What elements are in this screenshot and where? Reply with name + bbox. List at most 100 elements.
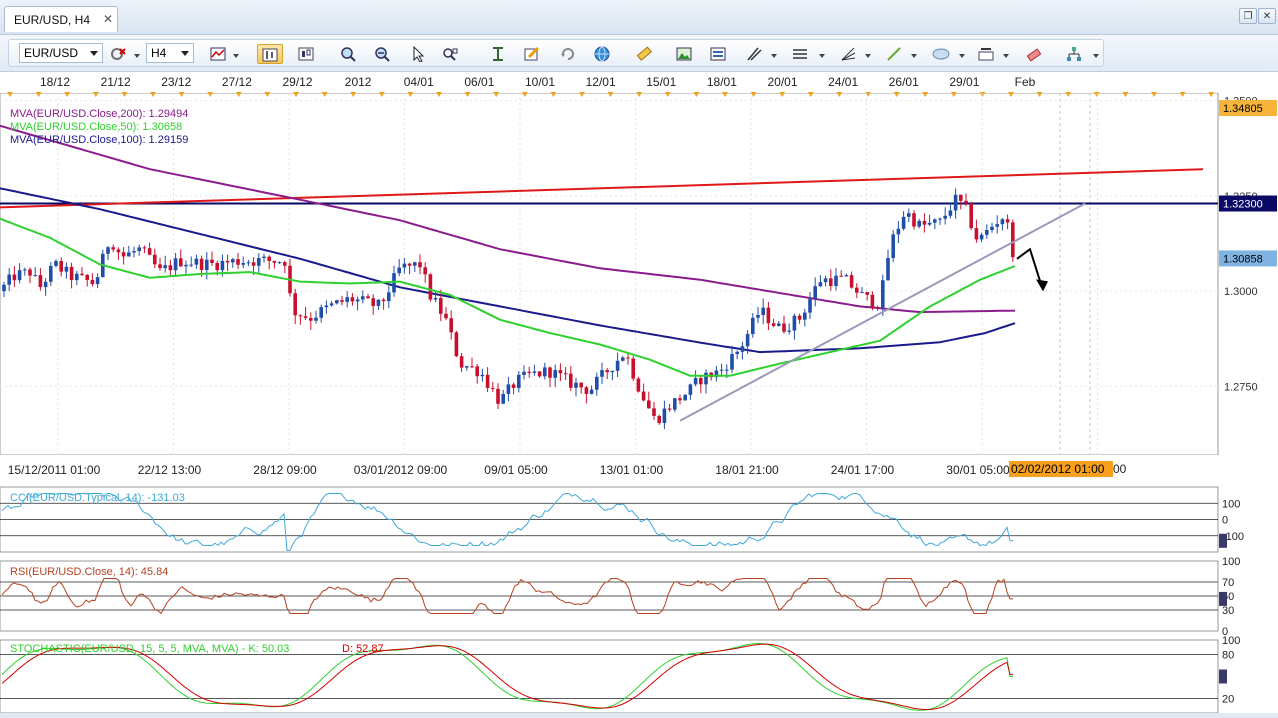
candle-body xyxy=(855,287,859,293)
eraser-icon[interactable] xyxy=(1023,44,1045,64)
candle-body xyxy=(990,226,994,231)
candle-body xyxy=(251,262,256,266)
candle-body xyxy=(600,370,604,377)
zoom-in-icon[interactable] xyxy=(337,44,359,64)
top-date-label: 29/01 xyxy=(949,75,979,89)
top-date-label: 24/01 xyxy=(828,75,858,89)
close-icon[interactable]: ✕ xyxy=(103,12,113,26)
candle-body xyxy=(163,265,167,269)
fan-icon[interactable] xyxy=(837,44,859,64)
chevron-down-icon[interactable] xyxy=(819,54,825,58)
top-date-label: 26/01 xyxy=(889,75,919,89)
symbol-select[interactable]: EUR/USD xyxy=(19,43,103,63)
globe-icon[interactable] xyxy=(591,44,613,64)
candle-body xyxy=(626,357,630,359)
candle-body xyxy=(90,279,95,285)
candle-body xyxy=(397,267,401,274)
line-tools-icon[interactable] xyxy=(743,44,765,64)
cursor-icon[interactable] xyxy=(407,44,429,64)
text-icon[interactable] xyxy=(975,44,997,64)
candle-body xyxy=(340,300,344,302)
candle-body xyxy=(969,203,973,229)
chevron-down-icon[interactable] xyxy=(233,54,239,58)
chevron-down-icon[interactable] xyxy=(1003,54,1009,58)
bottom-date-label: 03/01/2012 09:00 xyxy=(354,463,448,477)
candle-body xyxy=(740,346,745,352)
candle-body xyxy=(631,358,635,379)
ruler-icon[interactable] xyxy=(633,44,655,64)
picture-icon[interactable] xyxy=(673,44,695,64)
candle-body xyxy=(979,234,984,240)
candle-body xyxy=(974,228,979,240)
candle-body xyxy=(584,387,589,394)
top-date-label: 18/12 xyxy=(40,75,70,89)
bottom-date-label: 15/12/2011 01:00 xyxy=(8,463,101,477)
candle-body xyxy=(480,374,485,377)
candle-body xyxy=(80,273,84,275)
zoom-area-icon[interactable] xyxy=(439,44,461,64)
candle-body xyxy=(277,262,282,264)
candle-body xyxy=(267,256,271,261)
chevron-down-icon[interactable] xyxy=(959,54,965,58)
layout-icon[interactable] xyxy=(1063,44,1085,64)
candle-body xyxy=(116,249,121,253)
timeframe-select[interactable]: H4 xyxy=(146,43,194,63)
bottom-date-label: 24/01 17:00 xyxy=(831,463,895,477)
candle-body xyxy=(615,360,620,371)
candle-body xyxy=(33,275,37,277)
candle-body xyxy=(470,366,474,368)
remove-crosshair-icon[interactable] xyxy=(107,44,129,64)
candle-body xyxy=(236,259,240,265)
candle-body xyxy=(283,262,287,266)
restore-window-button[interactable]: ❐ xyxy=(1239,8,1257,24)
candle-body xyxy=(756,314,760,318)
chevron-down-icon[interactable] xyxy=(865,54,871,58)
candle-body xyxy=(704,372,708,385)
chevron-down-icon[interactable] xyxy=(1093,54,1099,58)
chart-svg[interactable]: 18/12 21/12 23/12 27/12 29/12 2012 04/01 06/01 1… xyxy=(0,72,1278,714)
top-date-label: 21/12 xyxy=(101,75,131,89)
chevron-down-icon[interactable] xyxy=(771,54,777,58)
chart-area[interactable]: 18/12 21/12 23/12 27/12 29/12 2012 04/01 06/01 1… xyxy=(0,72,1278,714)
candle-body xyxy=(59,260,63,272)
candle-body xyxy=(621,357,625,361)
candle-body xyxy=(922,220,927,225)
candle-body xyxy=(943,215,947,219)
candle-body xyxy=(688,384,693,395)
candle-body xyxy=(303,316,308,318)
bottom-date-label: 30/01 05:00 xyxy=(946,463,1010,477)
indicator-icon[interactable] xyxy=(207,44,229,64)
chevron-down-icon[interactable] xyxy=(911,54,917,58)
candle-body xyxy=(563,373,568,375)
candle-body xyxy=(829,278,833,286)
template-icon[interactable] xyxy=(707,44,729,64)
rsi-tick-label: 100 xyxy=(1222,556,1240,568)
candle-body xyxy=(745,334,750,347)
toolbar-group: EUR/USD H4 xyxy=(8,39,1104,67)
hline-icon[interactable] xyxy=(789,44,811,64)
top-date-label: 2012 xyxy=(345,75,372,89)
candle-body xyxy=(231,259,235,263)
chevron-down-icon[interactable] xyxy=(134,54,140,58)
chevron-down-icon xyxy=(181,51,189,56)
candle-body xyxy=(647,400,651,409)
candle-body xyxy=(719,369,724,371)
candle-body xyxy=(771,323,776,326)
zoom-out-icon[interactable] xyxy=(371,44,393,64)
top-date-label: 15/01 xyxy=(646,75,676,89)
tab-eurusd-h4[interactable]: EUR/USD, H4 ✕ xyxy=(4,6,118,32)
candle-body xyxy=(839,275,843,277)
edit-icon[interactable] xyxy=(521,44,543,64)
candle-body xyxy=(371,298,375,306)
ellipse-icon[interactable] xyxy=(929,44,951,64)
candle-chart-icon[interactable] xyxy=(295,44,317,64)
rsi-value-marker xyxy=(1219,591,1227,606)
close-window-button[interactable]: ✕ xyxy=(1258,8,1276,24)
trendline-icon[interactable] xyxy=(883,44,905,64)
bar-chart-icon[interactable] xyxy=(257,44,283,64)
refresh-icon[interactable] xyxy=(557,44,579,64)
price-label-text: 1.32300 xyxy=(1223,199,1263,211)
candle-body xyxy=(1000,219,1005,225)
fit-icon[interactable] xyxy=(487,44,509,64)
top-date-label: 18/01 xyxy=(707,75,737,89)
